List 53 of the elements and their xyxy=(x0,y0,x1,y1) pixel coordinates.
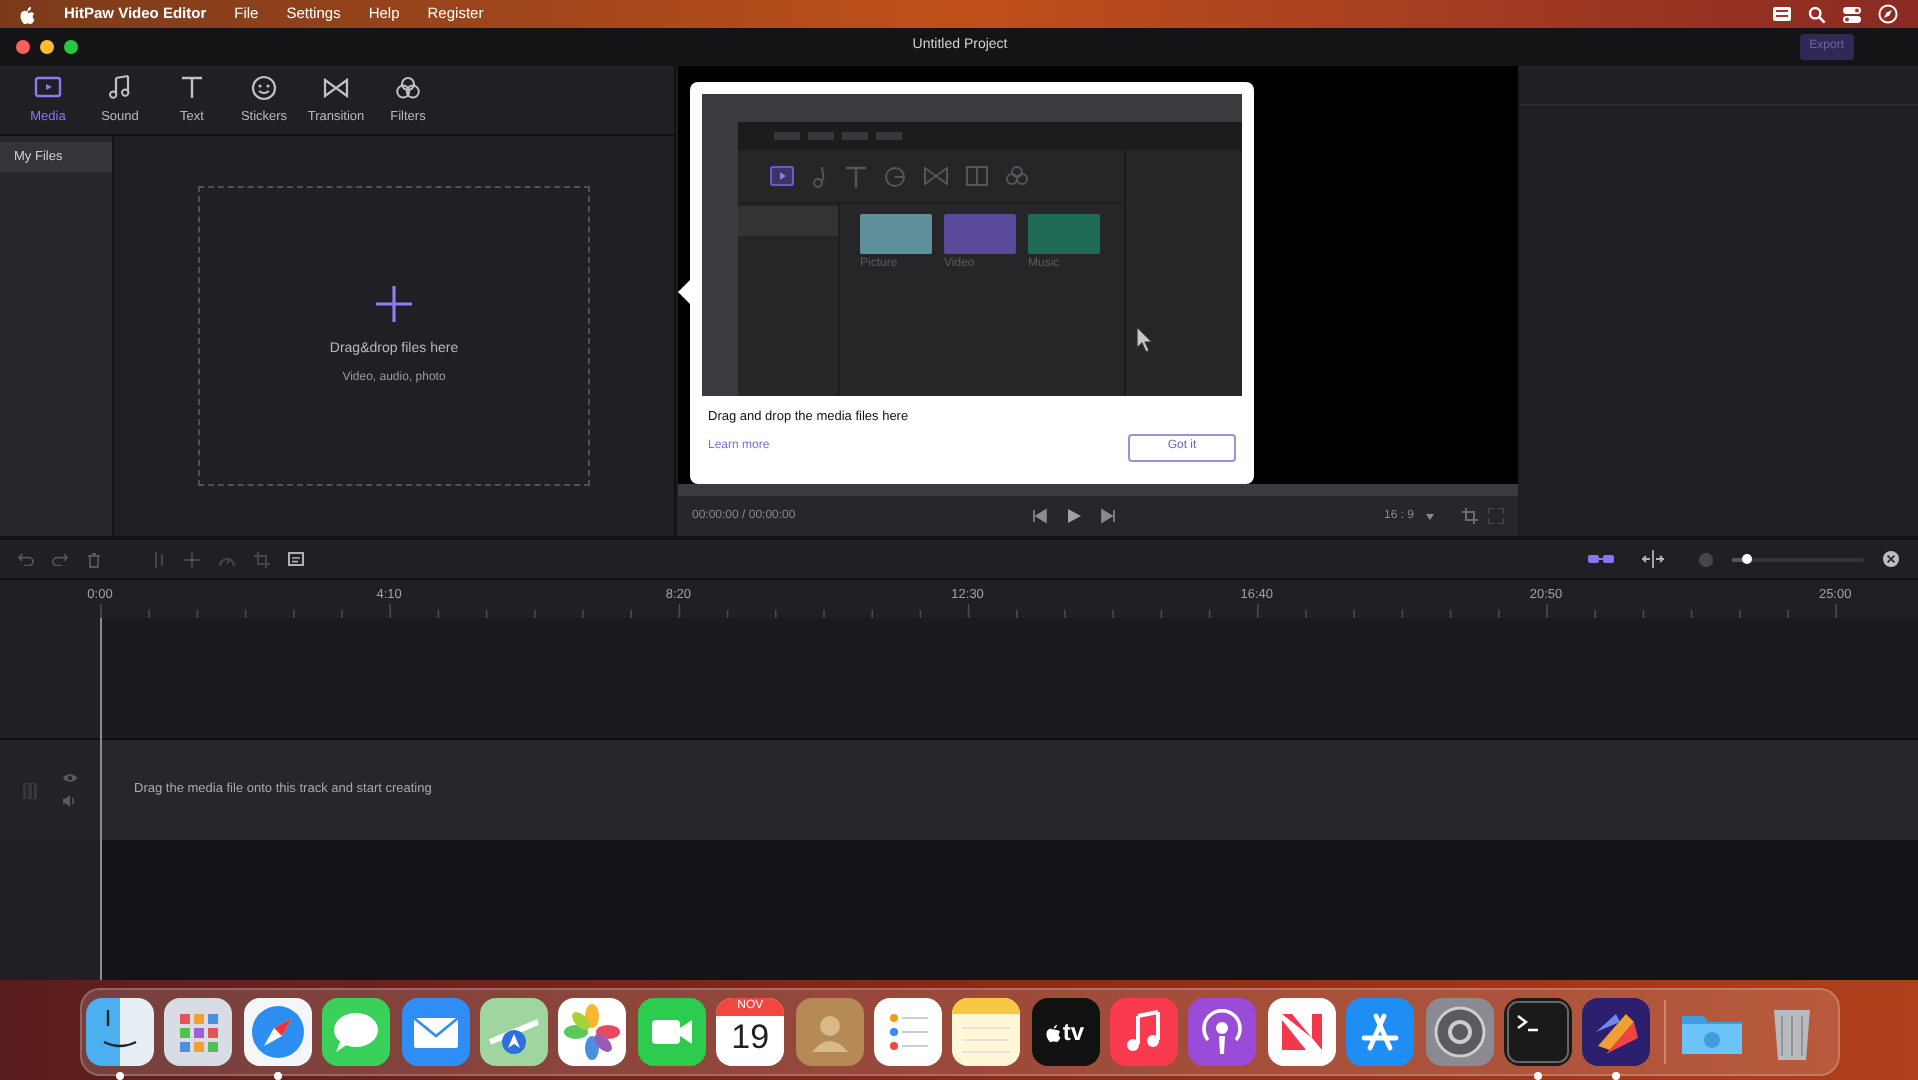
next-frame-icon[interactable] xyxy=(1100,508,1116,524)
text-icon xyxy=(846,165,866,187)
zoom-button[interactable] xyxy=(64,40,78,54)
previous-frame-icon[interactable] xyxy=(1032,508,1048,524)
transition-icon xyxy=(924,166,948,186)
app-store-icon[interactable] xyxy=(1346,998,1415,1066)
notepad-icon[interactable] xyxy=(952,998,1021,1066)
bowtie-icon xyxy=(322,73,350,102)
caret-icon[interactable] xyxy=(1426,513,1434,519)
keyboard-icon[interactable] xyxy=(1772,6,1792,22)
filters-icon xyxy=(1006,166,1028,186)
mouse-cursor-icon xyxy=(1136,326,1156,354)
music-note-icon xyxy=(106,73,134,102)
podcast-icon[interactable] xyxy=(1188,998,1257,1066)
sidebar-item-highlight xyxy=(738,206,838,236)
gear-icon[interactable] xyxy=(1425,998,1494,1066)
flower-icon[interactable] xyxy=(558,998,627,1066)
minimize-button[interactable] xyxy=(40,40,54,54)
text-icon xyxy=(178,73,206,102)
music-note-icon[interactable] xyxy=(1110,998,1179,1066)
compass-icon[interactable] xyxy=(1878,4,1898,24)
media-icon xyxy=(770,166,794,186)
subtitle-icon[interactable] xyxy=(288,551,304,567)
control-center-icon[interactable] xyxy=(1842,5,1862,23)
search-icon[interactable] xyxy=(1808,5,1826,23)
map-icon[interactable] xyxy=(479,998,548,1066)
video-editor-app-icon[interactable] xyxy=(1582,998,1651,1066)
link-icon[interactable] xyxy=(1588,554,1614,564)
finder-icon[interactable] xyxy=(86,998,154,1066)
play-icon[interactable] xyxy=(1066,508,1082,524)
app-grid-icon[interactable] xyxy=(164,998,233,1066)
compass-icon[interactable] xyxy=(243,998,312,1066)
split-screen-icon xyxy=(966,166,988,186)
media-icon xyxy=(34,73,62,102)
circles-icon xyxy=(394,73,422,102)
terminal-icon[interactable] xyxy=(1504,998,1573,1066)
plus-icon xyxy=(374,284,414,325)
tv-app-icon[interactable]: tv xyxy=(1031,998,1100,1066)
smiley-icon xyxy=(250,73,278,102)
contact-book-icon[interactable] xyxy=(795,998,864,1066)
close-button[interactable] xyxy=(16,40,30,54)
video-camera-icon[interactable] xyxy=(637,998,706,1066)
zoom-slider-thumb[interactable] xyxy=(1741,553,1752,563)
sticker-icon xyxy=(884,165,906,187)
speech-bubble-icon[interactable] xyxy=(322,998,391,1066)
envelope-icon[interactable] xyxy=(401,998,470,1066)
zoom-in-icon[interactable] xyxy=(1882,550,1900,568)
music-note-icon xyxy=(812,165,828,187)
apple-logo-icon[interactable] xyxy=(20,5,36,23)
crop-icon[interactable] xyxy=(1462,508,1478,524)
checklist-icon[interactable] xyxy=(873,998,942,1066)
news-icon[interactable] xyxy=(1267,998,1336,1066)
split-view-icon[interactable] xyxy=(1642,550,1664,568)
